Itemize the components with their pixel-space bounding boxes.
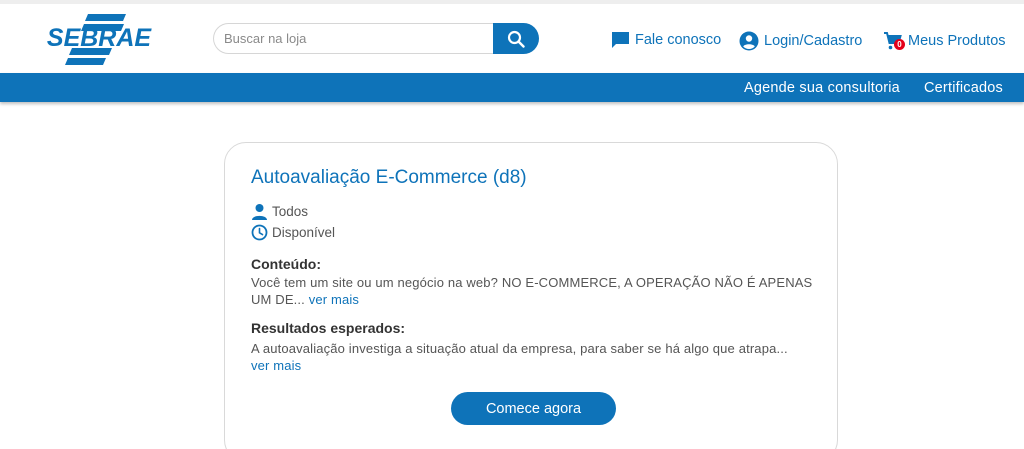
- cart-icon-wrap: 0: [883, 31, 905, 51]
- results-heading: Resultados esperados:: [251, 320, 406, 336]
- cart-count-badge: 0: [894, 39, 905, 50]
- contact-link-label: Fale conosco: [635, 32, 722, 48]
- user-circle-icon: [739, 31, 759, 51]
- chat-icon: [612, 32, 629, 48]
- results-description: A autoavaliação investiga a situação atu…: [251, 340, 817, 374]
- content-description: Você tem um site ou um negócio na web? N…: [251, 274, 817, 308]
- results-text: A autoavaliação investiga a situação atu…: [251, 341, 788, 356]
- clock-icon: [251, 224, 268, 241]
- results-see-more-link[interactable]: ver mais: [251, 358, 301, 373]
- contact-link[interactable]: Fale conosco: [611, 31, 721, 49]
- audience-info: Todos: [251, 203, 308, 220]
- product-title[interactable]: Autoavaliação E-Commerce (d8): [251, 167, 527, 189]
- audience-label: Todos: [272, 204, 309, 219]
- my-products-label: Meus Produtos: [908, 33, 1006, 49]
- header-links: Fale conosco Login/Cadastro 0 Meus Produ…: [0, 31, 1024, 51]
- login-link[interactable]: Login/Cadastro: [739, 31, 862, 51]
- content-see-more-link[interactable]: ver mais: [309, 292, 359, 307]
- user-icon: [252, 204, 267, 220]
- login-link-label: Login/Cadastro: [764, 33, 863, 49]
- content-heading: Conteúdo:: [251, 256, 321, 272]
- availability-label: Disponível: [272, 225, 336, 240]
- start-now-button[interactable]: Comece agora: [451, 392, 616, 425]
- main-nav: Agende sua consultoria Certificados: [0, 73, 1024, 102]
- site-header: SEBRAE Fale conosco Login/Cadastro: [0, 4, 1024, 73]
- product-card: Autoavaliação E-Commerce (d8) Todos Disp…: [224, 142, 838, 449]
- my-products-link[interactable]: 0 Meus Produtos: [883, 31, 1006, 51]
- nav-item-schedule-consulting[interactable]: Agende sua consultoria: [744, 80, 900, 96]
- availability-info: Disponível: [251, 224, 335, 241]
- nav-item-certificates[interactable]: Certificados: [924, 80, 1003, 96]
